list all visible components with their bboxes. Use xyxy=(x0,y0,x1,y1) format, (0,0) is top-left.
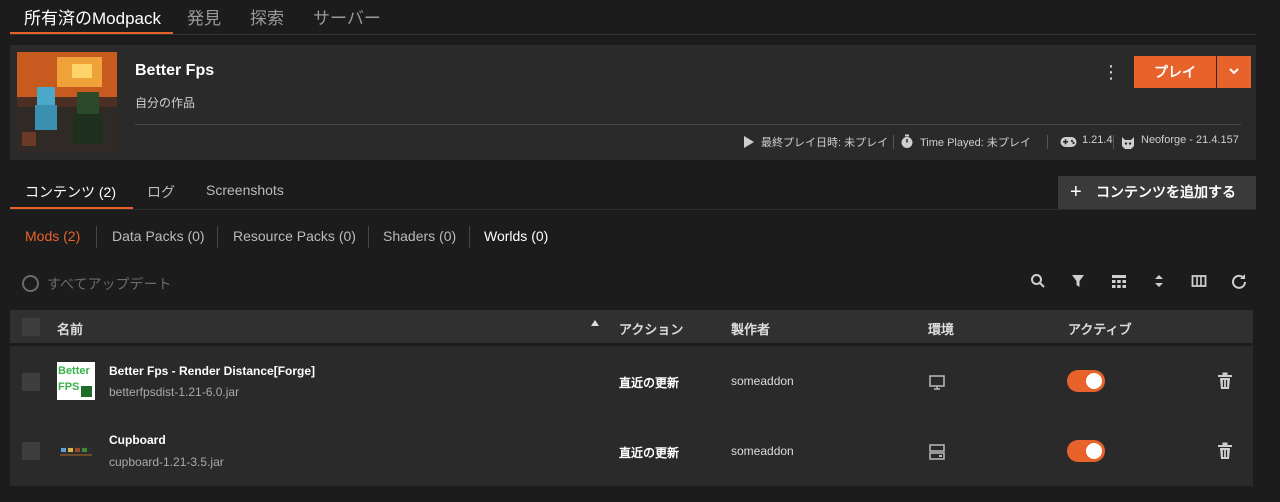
meta-divider xyxy=(1113,135,1114,149)
gamepad-icon xyxy=(1060,137,1077,147)
mod-table-body: Better FPS Better Fps - Render Distance[… xyxy=(10,346,1253,486)
filter-divider xyxy=(368,226,369,248)
density-icon[interactable] xyxy=(1109,273,1129,293)
column-environment[interactable]: 環境 xyxy=(928,319,954,338)
tab-contents[interactable]: コンテンツ (2) xyxy=(25,182,116,202)
tab-explore[interactable]: 探索 xyxy=(250,4,284,29)
mod-name[interactable]: Cupboard xyxy=(109,433,166,447)
filter-mods[interactable]: Mods (2) xyxy=(25,228,80,244)
mod-icon: Better FPS xyxy=(57,362,95,400)
add-content-button[interactable]: + コンテンツを追加する xyxy=(1058,176,1256,209)
tab-servers[interactable]: サーバー xyxy=(313,4,381,29)
filter-icon[interactable] xyxy=(1068,273,1088,293)
stopwatch-icon xyxy=(901,134,913,148)
chevron-down-icon xyxy=(1229,68,1239,75)
column-name[interactable]: 名前 xyxy=(57,319,83,338)
toggle-knob xyxy=(1086,373,1102,389)
row-checkbox[interactable] xyxy=(22,442,40,460)
tab-screenshots[interactable]: Screenshots xyxy=(206,182,284,198)
mod-icon-text: FPS xyxy=(58,381,80,393)
mod-icon xyxy=(57,432,95,470)
filter-shaders[interactable]: Shaders (0) xyxy=(383,228,456,244)
filter-divider xyxy=(96,226,97,248)
play-dropdown-button[interactable] xyxy=(1217,56,1251,88)
trash-icon[interactable] xyxy=(1217,442,1233,460)
mod-author: someaddon xyxy=(731,374,794,388)
modpack-thumbnail xyxy=(17,52,117,152)
select-all-checkbox[interactable] xyxy=(22,318,40,336)
table-header: 名前 アクション 製作者 環境 アクティブ xyxy=(10,310,1253,343)
filter-worlds[interactable]: Worlds (0) xyxy=(484,228,548,244)
columns-icon[interactable] xyxy=(1189,273,1209,293)
header-divider xyxy=(135,124,1241,125)
update-action[interactable]: 直近の更新 xyxy=(619,374,679,391)
content-tab-divider xyxy=(10,209,1256,210)
last-played-text: 最終プレイ日時: 未プレイ xyxy=(761,137,889,149)
table-row: Cupboard cupboard-1.21-3.5.jar 直近の更新 som… xyxy=(10,416,1253,486)
row-checkbox[interactable] xyxy=(22,373,40,391)
toggle-knob xyxy=(1086,443,1102,459)
meta-divider xyxy=(893,135,894,149)
tab-owned-modpacks[interactable]: 所有済のModpack xyxy=(24,4,161,29)
active-toggle[interactable] xyxy=(1067,370,1105,392)
monitor-icon xyxy=(929,375,945,390)
active-toggle[interactable] xyxy=(1067,440,1105,462)
server-icon xyxy=(929,444,945,460)
update-all-label: すべてアップデート xyxy=(47,276,172,292)
time-played-text: Time Played: 未プレイ xyxy=(920,137,1031,149)
modpack-subtitle: 自分の作品 xyxy=(135,96,196,110)
neoforge-icon xyxy=(1122,137,1134,149)
mod-filename: cupboard-1.21-3.5.jar xyxy=(109,455,224,469)
clock-icon xyxy=(22,275,39,292)
trash-icon[interactable] xyxy=(1217,372,1233,390)
mod-filename: betterfpsdist-1.21-6.0.jar xyxy=(109,385,240,399)
table-row: Better FPS Better Fps - Render Distance[… xyxy=(10,346,1253,416)
plus-icon: + xyxy=(1070,181,1082,203)
mod-icon-text: Better xyxy=(58,365,90,377)
add-content-label: コンテンツを追加する xyxy=(1096,184,1236,200)
tab-logs[interactable]: ログ xyxy=(147,182,175,202)
filter-resource-packs[interactable]: Resource Packs (0) xyxy=(233,228,356,244)
column-author[interactable]: 製作者 xyxy=(731,319,770,338)
active-tab-indicator xyxy=(10,32,173,34)
update-all-button[interactable]: すべてアップデート xyxy=(22,274,171,294)
refresh-icon[interactable] xyxy=(1229,273,1249,293)
meta-divider xyxy=(1047,135,1048,149)
creeper-icon xyxy=(81,386,92,397)
sort-asc-icon[interactable] xyxy=(591,320,599,326)
tab-discover[interactable]: 発見 xyxy=(187,4,221,29)
filter-data-packs[interactable]: Data Packs (0) xyxy=(112,228,205,244)
game-version-text: 1.21.4 xyxy=(1082,134,1113,146)
column-active[interactable]: アクティブ xyxy=(1068,319,1132,338)
mod-author: someaddon xyxy=(731,444,794,458)
mod-name[interactable]: Better Fps - Render Distance[Forge] xyxy=(109,364,315,378)
filter-divider xyxy=(469,226,470,248)
column-action[interactable]: アクション xyxy=(619,319,683,338)
top-tab-bar: 所有済のModpack 発見 探索 サーバー xyxy=(10,0,1256,35)
sort-icon[interactable] xyxy=(1149,273,1169,293)
loader-version-text: Neoforge - 21.4.157 xyxy=(1141,134,1239,146)
modpack-header: Better Fps 自分の作品 ⋮ プレイ 最終プレイ日時: 未プレイ Tim… xyxy=(10,45,1256,160)
update-action[interactable]: 直近の更新 xyxy=(619,444,679,461)
search-icon[interactable] xyxy=(1028,273,1048,293)
more-options-icon[interactable]: ⋮ xyxy=(1102,61,1120,83)
modpack-title: Better Fps xyxy=(135,62,215,79)
play-button[interactable]: プレイ xyxy=(1134,56,1216,88)
filter-divider xyxy=(217,226,218,248)
play-triangle-icon xyxy=(744,136,754,148)
